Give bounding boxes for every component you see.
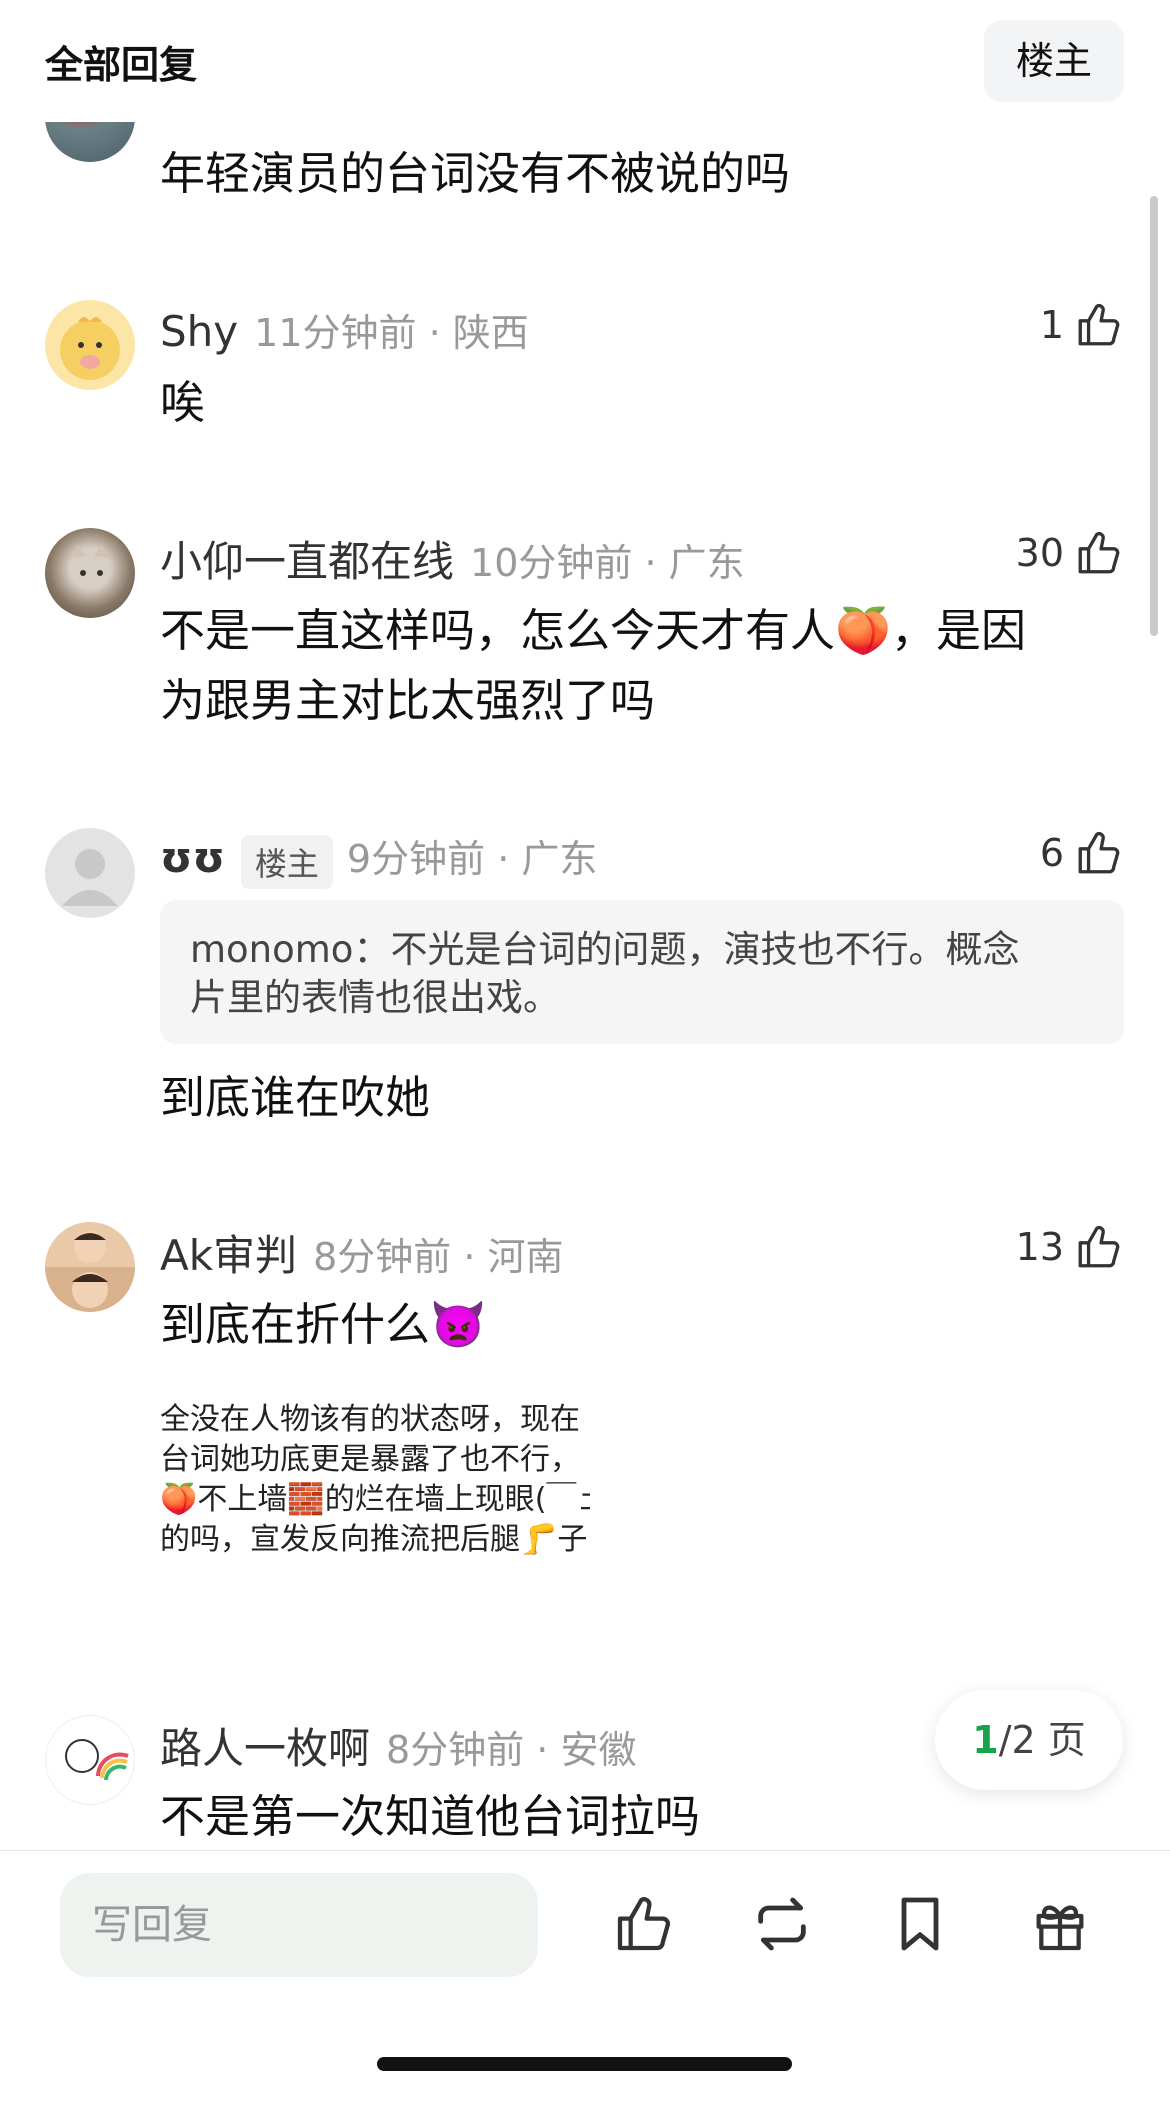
location: 安徽: [560, 1728, 637, 1772]
reply-input[interactable]: 写回复: [60, 1873, 538, 1977]
image-text-line: 的吗，宣发反向推流把后腿🦵子: [160, 1522, 588, 1557]
op-only-filter-button[interactable]: 楼主: [984, 20, 1124, 102]
username[interactable]: 小仰一直都在线: [160, 537, 454, 586]
comment-body: 不是第一次知道他台词拉吗: [160, 1790, 701, 1843]
like-button[interactable]: 13: [1016, 1222, 1124, 1272]
comment-meta: 小仰一直都在线 10分钟前 · 广东: [160, 528, 745, 589]
quote-line: 片里的表情也很出戏。: [190, 976, 560, 1019]
thumbs-up-icon: [1078, 304, 1120, 346]
timestamp: 11分钟前: [254, 311, 417, 355]
comment-body: 到底在折什么👿: [160, 1298, 487, 1351]
avatar[interactable]: [45, 1222, 135, 1312]
repost-icon: [758, 1897, 806, 1951]
separator: ·: [463, 1235, 476, 1279]
comment-body: 年轻演员的台词没有不被说的吗: [160, 147, 791, 200]
scrollbar[interactable]: [1150, 196, 1158, 636]
comment-image[interactable]: 全没在人物该有的状态呀，现在 台词她功底更是暴露了也不行， 🍑不上墙🧱的烂在墙上…: [160, 1400, 590, 1560]
like-count: 13: [1015, 1225, 1064, 1269]
username[interactable]: Ak审判: [160, 1231, 297, 1280]
thumbs-up-icon: [1078, 832, 1120, 874]
location: 河南: [487, 1235, 564, 1279]
image-text-line: 🍑不上墙🧱的烂在墙上现眼(￣ェ￣: [160, 1482, 590, 1517]
home-indicator: [377, 2057, 792, 2071]
avatar[interactable]: [45, 528, 135, 618]
bookmark-button[interactable]: [888, 1892, 952, 1960]
separator: ·: [644, 541, 657, 585]
comment-meta: 路人一枚啊 8分钟前 · 安徽: [160, 1715, 637, 1776]
timestamp: 9分钟前: [346, 837, 486, 881]
like-count: 30: [1015, 531, 1064, 575]
quoted-reply[interactable]: monomo：不光是台词的问题，演技也不行。概念 片里的表情也很出戏。: [160, 900, 1124, 1044]
avatar[interactable]: [45, 828, 135, 918]
avatar[interactable]: [45, 300, 135, 390]
separator: ·: [428, 311, 441, 355]
comment-body-line: 不是一直这样吗，怎么今天才有人🍑，是因: [160, 604, 1027, 657]
comment-body: 唉: [160, 376, 206, 429]
kids-avatar-icon: [72, 1231, 108, 1308]
timestamp: 10分钟前: [470, 541, 633, 585]
like-button[interactable]: 1: [1040, 300, 1124, 350]
chick-avatar-icon: [60, 317, 120, 380]
comment-body: 到底谁在吹她: [160, 1071, 431, 1124]
thumbs-up-icon: [1078, 1226, 1120, 1268]
bookmark-icon: [901, 1897, 939, 1951]
image-text-line: 全没在人物该有的状态呀，现在: [160, 1402, 580, 1437]
op-badge: 楼主: [240, 834, 333, 889]
like-button[interactable]: 30: [1016, 528, 1124, 578]
current-page: 1: [972, 1718, 999, 1762]
like-count: 1: [1039, 303, 1064, 347]
comment-body-line: 为跟男主对比太强烈了吗: [160, 674, 656, 727]
gift-button[interactable]: [1028, 1892, 1092, 1960]
separator: ·: [497, 837, 510, 881]
thumbs-up-icon: [1078, 532, 1120, 574]
username[interactable]: Shy: [160, 307, 238, 356]
username[interactable]: ʊʊ: [160, 833, 225, 882]
like-button[interactable]: 6: [1040, 828, 1124, 878]
quote-line: monomo：不光是台词的问题，演技也不行。概念: [190, 928, 1020, 971]
timestamp: 8分钟前: [313, 1235, 452, 1279]
location: 广东: [668, 541, 745, 585]
timestamp: 8分钟前: [386, 1728, 525, 1772]
like-icon: [617, 1897, 671, 1951]
like-bar-button[interactable]: [612, 1892, 676, 1960]
comment-body: 不是一直这样吗，怎么今天才有人🍑，是因 为跟男主对比太强烈了吗: [160, 596, 1120, 736]
page-indicator[interactable]: 1/2 页: [935, 1690, 1123, 1790]
page-title: 全部回复: [45, 43, 198, 87]
location: 广东: [521, 837, 598, 881]
cat-avatar-icon: [70, 544, 110, 576]
comment-meta: Shy 11分钟前 · 陕西: [160, 302, 529, 357]
default-avatar-icon: [62, 849, 118, 906]
separator: ·: [536, 1728, 549, 1772]
like-count: 6: [1039, 831, 1064, 875]
location: 陕西: [452, 311, 529, 355]
comment-meta: Ak审判 8分钟前 · 河南: [160, 1222, 564, 1283]
repost-button[interactable]: [750, 1892, 814, 1960]
username[interactable]: 路人一枚啊: [160, 1724, 370, 1773]
rainbow-avatar-icon: [65, 1739, 129, 1781]
image-text-line: 台词她功底更是暴露了也不行，: [160, 1442, 580, 1477]
total-pages: /2 页: [998, 1718, 1086, 1762]
comment-meta: ʊʊ 楼主 9分钟前 · 广东: [160, 828, 597, 889]
gift-icon: [1036, 1905, 1084, 1951]
avatar[interactable]: [45, 1715, 135, 1805]
